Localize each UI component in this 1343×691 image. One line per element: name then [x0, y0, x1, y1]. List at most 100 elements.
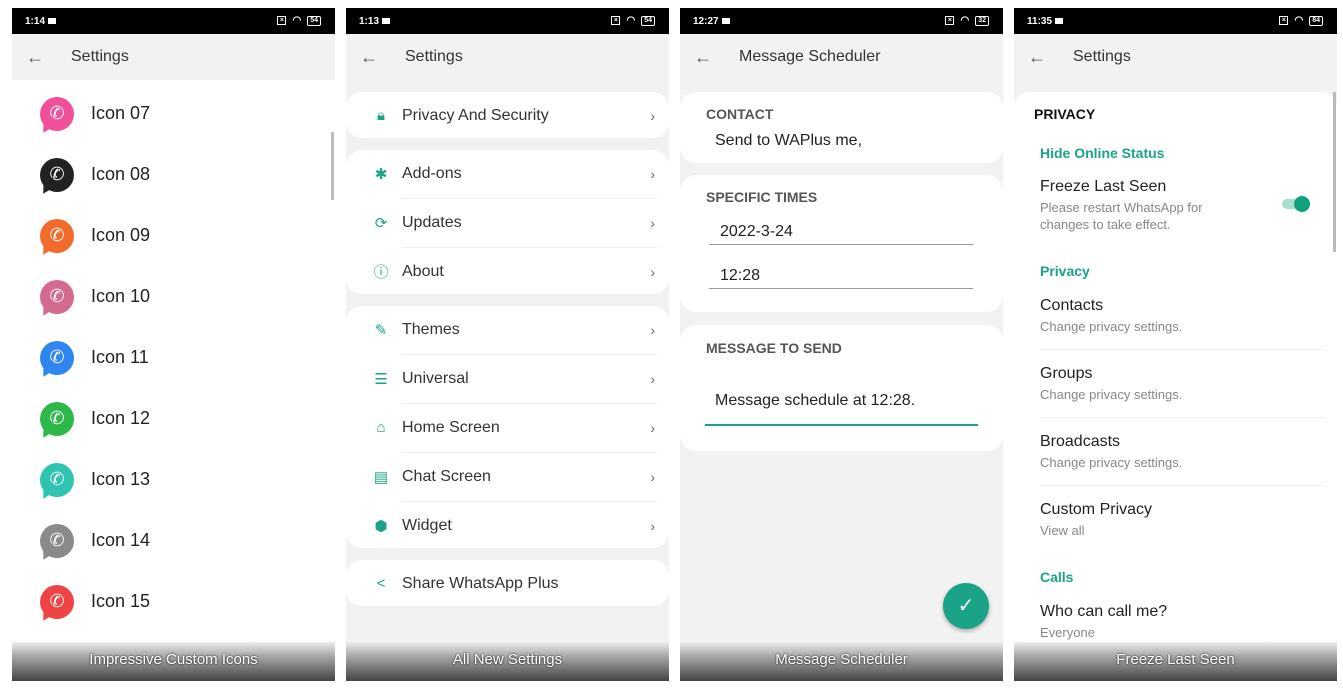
no-sim-icon: × [277, 16, 287, 25]
list-item[interactable]: ✆ Icon 13 [12, 449, 335, 510]
video-icon [48, 18, 57, 24]
settings-card: 🔒︎ Privacy And Security › [346, 92, 669, 138]
settings-item-label: Home Screen [402, 418, 500, 436]
item-title: Custom Privacy [1040, 501, 1153, 518]
settings-card: ✱ Add-ons › ⟳ Updates › ⓘ About › [346, 150, 669, 294]
settings-item[interactable]: ⟳ Updates › [346, 198, 669, 247]
category-header: Calls [1040, 569, 1074, 585]
battery-icon: 84 [1309, 15, 1323, 26]
settings-item[interactable]: ⌂ Home Screen › [346, 403, 669, 452]
info-icon: ⓘ [373, 264, 389, 281]
settings-item-label: Chat Screen [402, 467, 491, 485]
settings-item[interactable]: 🔒︎ Privacy And Security › [346, 91, 669, 140]
home-icon: ⌂ [376, 419, 386, 436]
divider [1040, 349, 1325, 350]
category-header: Hide Online Status [1040, 145, 1165, 161]
back-arrow-icon[interactable]: ← [346, 47, 392, 68]
settings-item[interactable]: ⓘ About › [346, 247, 669, 296]
item-title: Broadcasts [1040, 433, 1121, 450]
clock: 11:35 [1027, 16, 1053, 27]
chevron-right-icon: › [650, 517, 655, 534]
settings-item[interactable]: ☰ Universal › [346, 354, 669, 403]
scrollbar[interactable] [1333, 92, 1336, 252]
cube-icon: ⬢ [374, 517, 388, 535]
chevron-right-icon: › [650, 214, 655, 231]
privacy-item[interactable]: Contacts Change privacy settings. [1014, 289, 1337, 355]
list-item[interactable]: ✆ Icon 12 [12, 388, 335, 449]
icon-list: ✆ Icon 07 ✆ Icon 08 ✆ Icon 09 ✆ Icon 10 ✆ Icon 11… [12, 80, 335, 680]
item-title: Who can call me? [1040, 603, 1168, 620]
phone-screen-4: 11:35 × ◠ 84 ← Settings PRIVACY Hide Online… [1014, 8, 1337, 681]
video-icon [1055, 18, 1064, 24]
item-subtitle: Change privacy settings. [1040, 387, 1183, 402]
date-field[interactable]: 2022-3-24 [720, 223, 793, 241]
wifi-icon: ◠ [960, 15, 970, 26]
divider [1040, 485, 1325, 486]
icon-label: Icon 12 [91, 408, 151, 428]
no-sim-icon: × [945, 16, 955, 25]
item-subtitle: Change privacy settings. [1040, 455, 1183, 470]
phone-screen-2: 1:13 × ◠ 54 ← Settings 🔒︎ Privacy And Securit… [346, 8, 669, 681]
refresh-icon: ⟳ [374, 214, 388, 232]
back-arrow-icon[interactable]: ← [12, 47, 58, 68]
section-header: SPECIFIC TIMES [706, 189, 818, 205]
scrollbar[interactable] [331, 132, 334, 200]
input-underline [705, 424, 978, 426]
freeze-title: Freeze Last Seen [1040, 178, 1167, 195]
settings-item-label: Share WhatsApp Plus [402, 574, 559, 592]
icon-label: Icon 14 [91, 530, 151, 550]
wifi-icon: ◠ [626, 15, 636, 26]
item-subtitle: Everyone [1040, 625, 1095, 640]
brush-icon: ✎ [374, 321, 388, 339]
check-icon: ✓ [957, 595, 975, 617]
sliders-icon: ☰ [374, 370, 388, 388]
settings-item[interactable]: ⬢ Widget › [346, 501, 669, 550]
settings-item[interactable]: ✎ Themes › [346, 305, 669, 354]
settings-card: < Share WhatsApp Plus [346, 560, 669, 606]
page-title: Settings [405, 48, 463, 65]
app-bar: ← Settings [1014, 34, 1337, 80]
privacy-item[interactable]: Custom Privacy View all [1014, 493, 1337, 559]
icon-label: Icon 08 [91, 164, 151, 184]
icon-label: Icon 11 [91, 347, 149, 367]
list-item[interactable]: ✆ Icon 14 [12, 510, 335, 571]
underline [709, 288, 973, 289]
app-bar: ← Message Scheduler [680, 34, 1003, 80]
settings-item-label: Add-ons [402, 164, 462, 182]
privacy-item[interactable]: Broadcasts Change privacy settings. [1014, 425, 1337, 491]
icon-label: Icon 13 [91, 469, 151, 489]
privacy-item[interactable]: Groups Change privacy settings. [1014, 357, 1337, 423]
list-item[interactable]: ✆ Icon 09 [12, 205, 335, 266]
freeze-toggle[interactable] [1282, 196, 1310, 212]
settings-item-label: Themes [402, 320, 460, 338]
clock: 1:14 [25, 16, 46, 27]
settings-item[interactable]: ▤ Chat Screen › [346, 452, 669, 501]
settings-item-label: About [402, 262, 444, 280]
message-input[interactable]: Message schedule at 12:28. [715, 392, 915, 410]
item-subtitle: View all [1040, 523, 1085, 538]
settings-item[interactable]: ✱ Add-ons › [346, 149, 669, 198]
settings-item[interactable]: < Share WhatsApp Plus [346, 559, 669, 608]
list-item[interactable]: ✆ Icon 11 [12, 327, 335, 388]
chevron-right-icon: › [650, 165, 655, 182]
chevron-right-icon: › [650, 370, 655, 387]
back-arrow-icon[interactable]: ← [1014, 47, 1060, 68]
list-item[interactable]: ✆ Icon 07 [12, 83, 335, 144]
list-item[interactable]: ✆ Icon 08 [12, 144, 335, 205]
app-bar: ← Settings [12, 34, 335, 80]
icon-label: Icon 15 [91, 591, 151, 611]
underline [709, 244, 973, 245]
phone-screen-1: 1:14 × ◠ 54 ← Settings ✆ Icon 07 ✆ Icon 08 ✆ Icon… [12, 8, 335, 681]
settings-item-label: Privacy And Security [402, 106, 549, 124]
call-privacy-item[interactable]: Who can call me? Everyone [1014, 595, 1337, 645]
confirm-fab[interactable]: ✓ [943, 583, 989, 629]
list-item[interactable]: ✆ Icon 15 [12, 571, 335, 632]
list-item[interactable]: ✆ Icon 10 [12, 266, 335, 327]
item-subtitle: Change privacy settings. [1040, 319, 1183, 334]
time-field[interactable]: 12:28 [720, 267, 760, 285]
whatsapp-phone-icon: ✆ [40, 462, 74, 497]
whatsapp-phone-icon: ✆ [40, 96, 74, 131]
status-bar: 1:13 × ◠ 54 [346, 8, 669, 34]
back-arrow-icon[interactable]: ← [680, 47, 726, 68]
status-bar: 1:14 × ◠ 54 [12, 8, 335, 34]
